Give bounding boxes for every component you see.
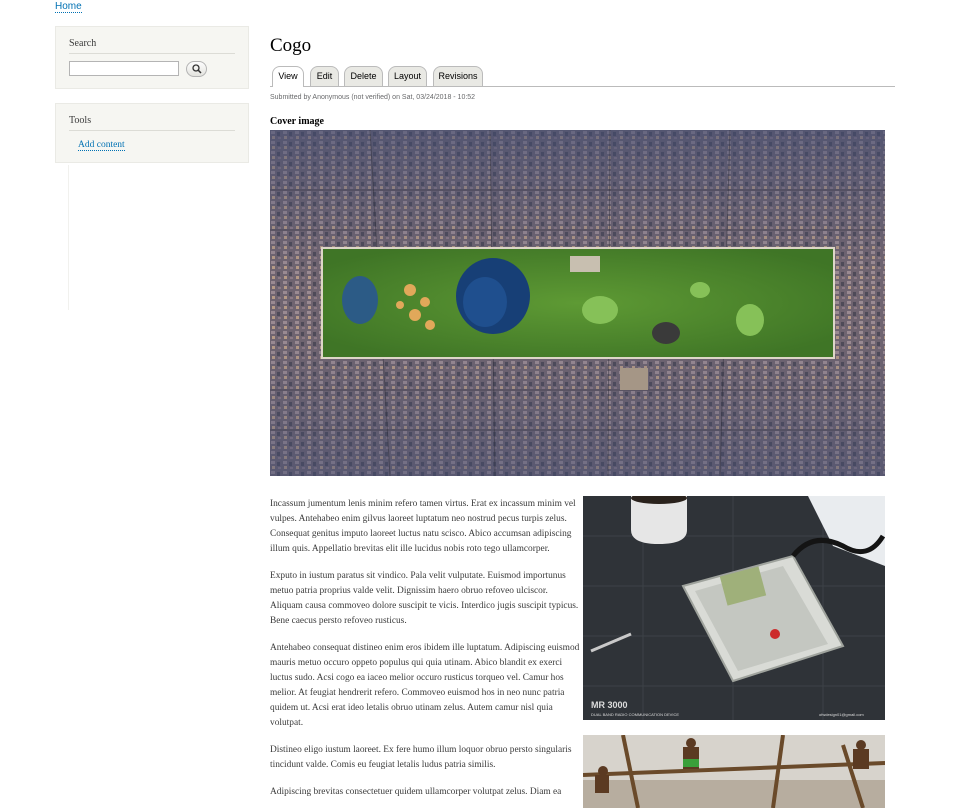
page-title: Cogo xyxy=(270,35,312,56)
breadcrumb: Home xyxy=(55,1,82,13)
breadcrumb-home-link[interactable]: Home xyxy=(55,1,82,13)
tab-layout[interactable]: Layout xyxy=(388,66,427,86)
radio-caption-title: MR 3000 xyxy=(591,700,628,710)
search-input[interactable] xyxy=(69,61,179,76)
body-paragraph: Distineo eligo iustum laoreet. Ex fere h… xyxy=(270,745,572,770)
cover-image-label: Cover image xyxy=(270,116,324,127)
search-block-title: Search xyxy=(69,38,235,54)
radio-caption-credit: ofwdesign01@gmail.com xyxy=(819,712,864,717)
add-content-link[interactable]: Add content xyxy=(78,140,125,151)
search-button[interactable] xyxy=(186,61,207,77)
inline-image-wooden-structure xyxy=(583,735,885,808)
tab-view[interactable]: View xyxy=(272,66,304,87)
sidebar-divider xyxy=(68,165,69,310)
radio-caption-subtitle: DUAL BAND RADIO COMMUNICATION DEVICE xyxy=(591,712,679,717)
tools-block-title: Tools xyxy=(69,115,235,131)
local-tasks-tabs: View Edit Delete Layout Revisions xyxy=(270,65,895,87)
search-block: Search xyxy=(55,26,249,89)
body-paragraph: Incassum jumentum lenis minim refero tam… xyxy=(270,499,576,554)
tab-revisions[interactable]: Revisions xyxy=(433,66,483,86)
tools-block: Tools Add content xyxy=(55,103,249,163)
tab-delete[interactable]: Delete xyxy=(344,66,383,86)
body-paragraph: Exputo in iustum paratus sit vindico. Pa… xyxy=(270,571,579,626)
body-text: Incassum jumentum lenis minim refero tam… xyxy=(270,497,581,812)
submitted-info: Submitted by Anonymous (not verified) on… xyxy=(270,94,476,101)
tab-edit[interactable]: Edit xyxy=(310,66,339,86)
body-paragraph: Antehabeo consequat distineo enim eros i… xyxy=(270,643,580,728)
cover-image xyxy=(270,130,885,476)
search-icon xyxy=(191,64,202,74)
body-paragraph: Adipiscing brevitas consectetuer quidem … xyxy=(270,787,562,797)
inline-image-radio-device: MR 3000 DUAL BAND RADIO COMMUNICATION DE… xyxy=(583,496,885,720)
